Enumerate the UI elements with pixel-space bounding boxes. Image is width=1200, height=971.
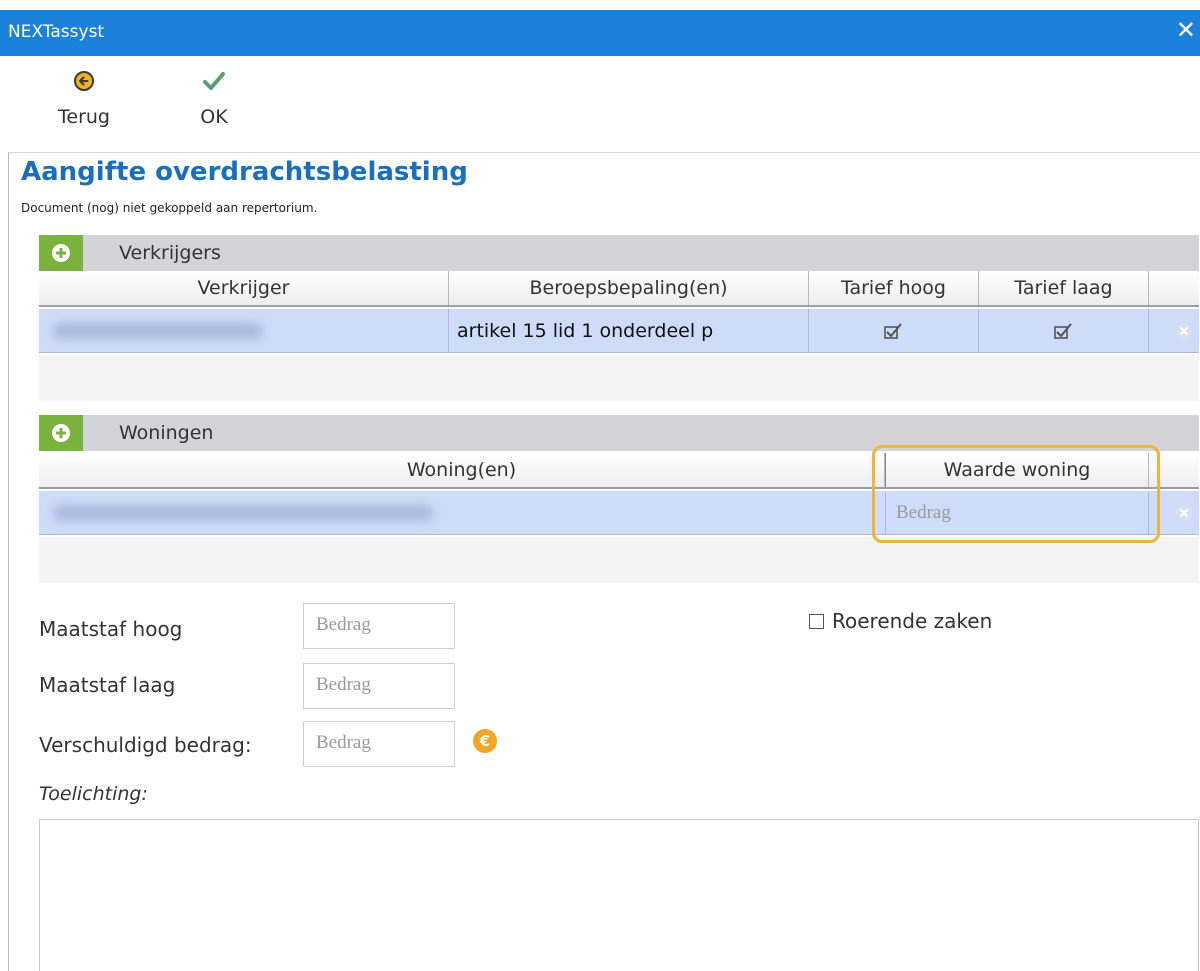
- section-verkrijgers: Verkrijgers: [39, 235, 1199, 271]
- empty-row[interactable]: [39, 355, 1199, 401]
- cell-beroepsbepaling[interactable]: artikel 15 lid 1 onderdeel p: [449, 309, 809, 353]
- remove-row-icon[interactable]: [1175, 504, 1193, 522]
- col-beroepsbepaling[interactable]: Beroepsbepaling(en): [449, 271, 809, 305]
- maatstaf-laag-label: Maatstaf laag: [39, 673, 176, 697]
- col-woningen[interactable]: Woning(en): [39, 453, 885, 487]
- toolbar: Terug OK: [0, 56, 1200, 152]
- add-woning-button[interactable]: [39, 415, 83, 451]
- remove-row-icon[interactable]: [1175, 322, 1193, 340]
- verschuldigd-bedrag-label: Verschuldigd bedrag:: [39, 733, 252, 757]
- roerende-zaken-checkbox[interactable]: Roerende zaken: [809, 609, 992, 633]
- arrow-left-circle-icon: [74, 71, 94, 91]
- page-subtitle: Document (nog) niet gekoppeld aan repert…: [21, 201, 318, 215]
- col-verkrijger[interactable]: Verkrijger: [39, 271, 449, 305]
- toelichting-label: Toelichting:: [39, 783, 148, 805]
- window-title: NEXTassyst: [8, 22, 105, 42]
- verschuldigd-bedrag-input[interactable]: Bedrag: [303, 721, 455, 767]
- window-titlebar: NEXTassyst ✕: [0, 10, 1200, 56]
- section-woningen-label: Woningen: [119, 422, 214, 444]
- euro-calculate-icon[interactable]: €: [473, 729, 497, 753]
- plus-circle-icon: [52, 424, 70, 442]
- maatstaf-laag-input[interactable]: Bedrag: [303, 663, 455, 709]
- cell-woning[interactable]: [39, 491, 885, 535]
- section-verkrijgers-label: Verkrijgers: [119, 242, 221, 264]
- maatstaf-hoog-label: Maatstaf hoog: [39, 617, 183, 641]
- col-waarde-woning[interactable]: Waarde woning: [885, 453, 1149, 487]
- cell-verkrijger[interactable]: [39, 309, 449, 353]
- cell-tarief-laag[interactable]: [979, 309, 1149, 353]
- cell-tarief-hoog[interactable]: [809, 309, 979, 353]
- toelichting-textarea[interactable]: [39, 819, 1199, 971]
- back-button-label: Terug: [58, 106, 110, 128]
- section-woningen: Woningen: [39, 415, 1199, 451]
- ok-button[interactable]: OK: [174, 62, 254, 142]
- woningen-grid-header: Woning(en) Waarde woning: [39, 453, 1199, 489]
- table-row[interactable]: artikel 15 lid 1 onderdeel p: [39, 309, 1199, 353]
- checkmark-icon: [203, 72, 225, 90]
- col-tarief-laag[interactable]: Tarief laag: [979, 271, 1149, 305]
- redacted-text: [53, 323, 263, 339]
- empty-row[interactable]: [39, 537, 1199, 583]
- roerende-zaken-label: Roerende zaken: [832, 609, 993, 633]
- checked-checkbox-icon[interactable]: [1053, 322, 1073, 340]
- back-button[interactable]: Terug: [44, 62, 124, 142]
- verkrijgers-grid-header: Verkrijger Beroepsbepaling(en) Tarief ho…: [39, 271, 1199, 307]
- page-title: Aangifte overdrachtsbelasting: [21, 157, 468, 187]
- checked-checkbox-icon[interactable]: [883, 322, 903, 340]
- table-row[interactable]: Bedrag: [39, 491, 1199, 535]
- redacted-text: [53, 505, 433, 521]
- form-panel: Aangifte overdrachtsbelasting Document (…: [8, 152, 1200, 971]
- maatstaf-hoog-input[interactable]: Bedrag: [303, 603, 455, 649]
- plus-circle-icon: [52, 244, 70, 262]
- waarde-woning-input[interactable]: Bedrag: [885, 491, 1149, 535]
- add-verkrijger-button[interactable]: [39, 235, 83, 271]
- col-tarief-hoog[interactable]: Tarief hoog: [809, 271, 979, 305]
- checkbox-box[interactable]: [809, 614, 824, 629]
- close-icon[interactable]: ✕: [1176, 16, 1196, 44]
- ok-button-label: OK: [200, 106, 228, 128]
